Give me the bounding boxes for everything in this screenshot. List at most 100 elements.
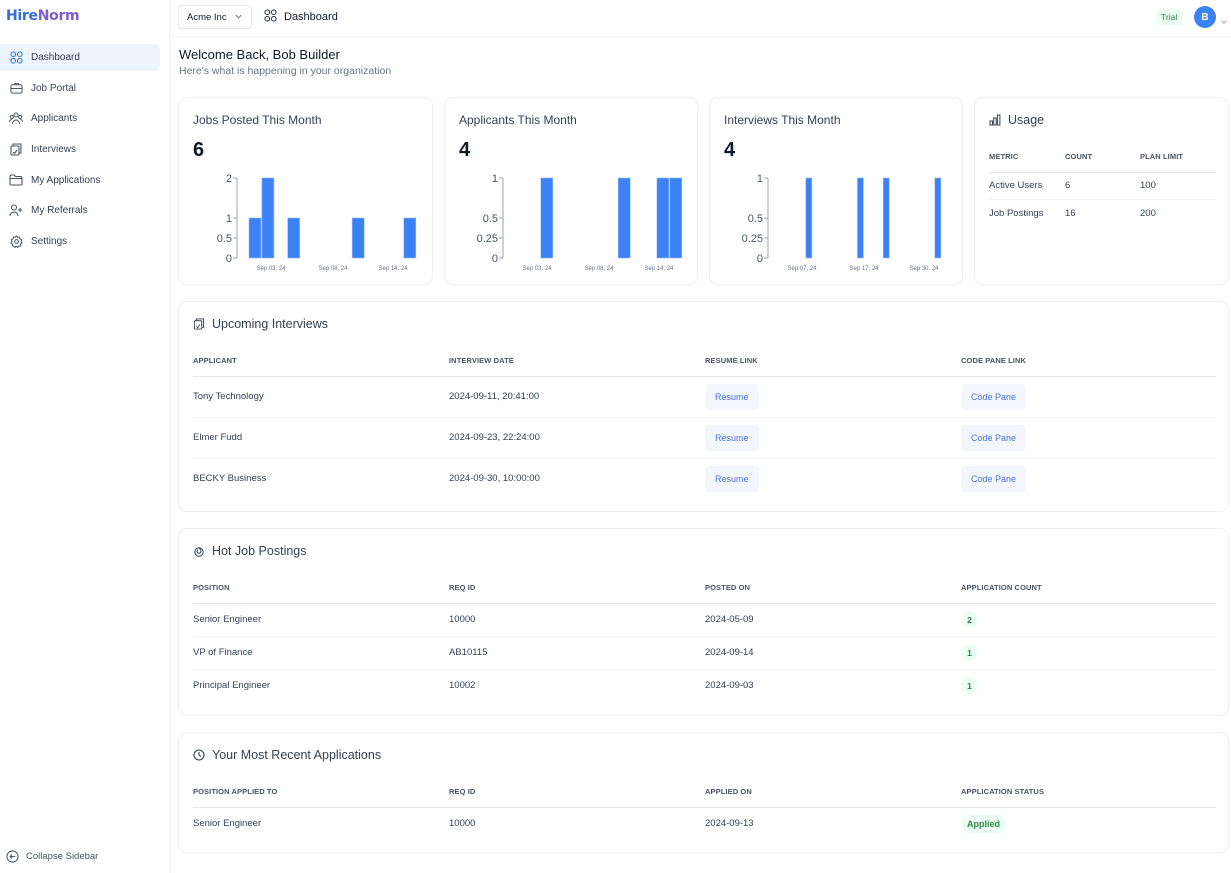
- table-row[interactable]: VP of Finance AB10115 2024-09-14 1: [193, 636, 1216, 670]
- interview-date: 2024-09-23, 22:24:00: [449, 417, 705, 459]
- applied-on: 2024-09-13: [705, 818, 754, 830]
- usage-metric: Job Postings: [989, 207, 1044, 219]
- x-tick-label: Sep 03, 24: [256, 266, 286, 272]
- clipboard-icon: [193, 318, 206, 331]
- hot-job-postings-card: Hot Job Postings POSITION REQ ID POSTED …: [178, 528, 1229, 716]
- y-tick-label: 2: [226, 173, 232, 185]
- column-header: APPLICATION COUNT: [961, 573, 1216, 604]
- sidebar-item-label: Dashboard: [31, 52, 80, 63]
- column-header: REQ ID: [449, 777, 705, 808]
- hot-job-postings-title-text: Hot Job Postings: [212, 544, 307, 558]
- column-header: POSTED ON: [705, 573, 961, 604]
- recent-applications-title: Your Most Recent Applications: [193, 748, 381, 762]
- applicant-name: BECKY Business: [193, 473, 267, 485]
- page-subtitle: Here's what is happening in your organiz…: [179, 65, 392, 77]
- y-tick-label: 0.5: [483, 213, 498, 225]
- table-row: Tony Technology 2024-09-11, 20:41:00 Res…: [193, 376, 1216, 418]
- upcoming-interviews-title-text: Upcoming Interviews: [212, 317, 329, 331]
- table-row: BECKY Business 2024-09-30, 10:00:00 Resu…: [193, 458, 1216, 499]
- usage-title-text: Usage: [1008, 113, 1045, 127]
- collapse-sidebar-button[interactable]: Collapse Sidebar: [6, 850, 98, 863]
- x-tick-label: Sep 17, 24: [849, 266, 879, 272]
- bar: [805, 177, 813, 259]
- bar: [287, 217, 300, 259]
- sidebar-item-settings[interactable]: Settings: [0, 228, 160, 255]
- sidebar-item-applicants[interactable]: Applicants: [0, 105, 160, 132]
- y-tick-label: 1: [492, 173, 498, 185]
- logo-text-primary: Hire: [6, 8, 38, 24]
- user-avatar[interactable]: B: [1194, 6, 1216, 28]
- applicant-name: Tony Technology: [193, 376, 449, 418]
- resume-button[interactable]: Resume: [705, 383, 759, 410]
- y-tick-label: 0.5: [217, 233, 232, 245]
- stat-card-jobs-posted: Jobs Posted This Month 6 0 0.5 1 2 Sep 03, 2…: [178, 97, 433, 285]
- resume-button[interactable]: Resume: [705, 424, 759, 451]
- column-header: POSITION: [193, 573, 449, 604]
- jobs-posted-chart: 0 0.5 1 2 Sep 03, 24 Sep 08, 24 Sep 14, 24: [217, 173, 417, 272]
- bar: [351, 217, 365, 259]
- table-row[interactable]: Senior Engineer 10000 2024-09-13 Applied: [193, 807, 1216, 840]
- interviews-chart: 0 0.25 0.5 1 Sep 07, 24 Sep 17, 24 Sep 30, 24: [742, 173, 942, 272]
- hot-job-postings-table: POSITION REQ ID POSTED ON APPLICATION CO…: [193, 573, 1216, 702]
- req-id: AB10115: [449, 636, 705, 670]
- posted-on: 2024-05-09: [705, 603, 961, 637]
- logo-text-secondary: Norm: [37, 8, 80, 24]
- x-tick-label: Sep 03, 24: [522, 266, 552, 272]
- bar: [934, 177, 942, 259]
- column-header: APPLIED ON: [705, 777, 961, 808]
- users-icon: [9, 112, 23, 126]
- grid-icon: [9, 51, 23, 65]
- breadcrumb: Dashboard: [264, 9, 338, 25]
- column-header: REQ ID: [449, 573, 705, 604]
- code-pane-button[interactable]: Code Pane: [961, 383, 1027, 410]
- y-tick-label: 1: [226, 213, 232, 225]
- sidebar-item-label: Applicants: [31, 113, 78, 125]
- column-header: APPLICATION STATUS: [961, 777, 1216, 808]
- sidebar-item-job-portal[interactable]: Job Portal: [0, 75, 160, 102]
- y-tick-label: 0.25: [477, 233, 498, 245]
- recent-applications-table: POSITION APPLIED TO REQ ID APPLIED ON AP…: [193, 777, 1216, 840]
- sidebar-item-label: Interviews: [31, 144, 77, 156]
- sidebar-item-label: My Applications: [31, 174, 101, 186]
- stat-card-applicants: Applicants This Month 4 0 0.25 0.5 1 Sep 03,…: [444, 97, 698, 285]
- bar: [617, 177, 631, 259]
- app-logo[interactable]: HireNorm: [6, 8, 80, 24]
- recent-applications-title-text: Your Most Recent Applications: [212, 748, 382, 762]
- topbar: Acme Inc Dashboard Trial B: [170, 0, 1231, 37]
- req-id: 10000: [449, 603, 705, 637]
- interview-date: 2024-09-11, 20:41:00: [449, 376, 705, 418]
- x-tick-label: Sep 14, 24: [378, 266, 408, 272]
- posted-on: 2024-09-14: [705, 636, 961, 670]
- bar: [540, 177, 554, 259]
- table-row[interactable]: Senior Engineer 10000 2024-05-09 2: [193, 603, 1216, 637]
- sidebar-item-dashboard[interactable]: Dashboard: [0, 44, 160, 71]
- table-row: Active Users 6 100: [989, 172, 1216, 200]
- x-tick-label: Sep 14, 24: [644, 266, 674, 272]
- sidebar-item-my-referrals[interactable]: My Referrals: [0, 197, 160, 224]
- clock-icon: [193, 749, 206, 762]
- sidebar-item-label: Settings: [31, 236, 68, 248]
- sidebar-item-my-applications[interactable]: My Applications: [0, 167, 160, 194]
- resume-button[interactable]: Resume: [705, 465, 759, 492]
- code-pane-button[interactable]: Code Pane: [961, 424, 1027, 451]
- usage-count: 6: [1065, 172, 1140, 200]
- usage-limit: 200: [1140, 207, 1156, 219]
- organization-select[interactable]: Acme Inc: [178, 5, 252, 29]
- table-row: Job Postings 16 200: [989, 199, 1216, 227]
- sidebar-item-interviews[interactable]: Interviews: [0, 136, 160, 163]
- application-count-badge: 1: [961, 677, 978, 695]
- chevron-down-icon: [234, 12, 243, 24]
- table-row[interactable]: Principal Engineer 10002 2024-09-03 1: [193, 669, 1216, 702]
- application-count-badge: 1: [961, 644, 978, 661]
- application-status-badge: Applied: [961, 814, 1006, 833]
- x-tick-label: Sep 08, 24: [318, 266, 348, 272]
- x-tick-label: Sep 30, 24: [909, 266, 939, 272]
- upcoming-interviews-title: Upcoming Interviews: [193, 317, 328, 331]
- upcoming-interviews-table: APPLICANT INTERVIEW DATE RESUME LINK COD…: [193, 346, 1216, 499]
- chevron-down-icon[interactable]: [1220, 13, 1228, 31]
- usage-limit: 100: [1140, 172, 1216, 200]
- sidebar-item-label: Job Portal: [31, 82, 77, 94]
- code-pane-button[interactable]: Code Pane: [961, 465, 1027, 492]
- bar: [403, 217, 417, 259]
- column-header: INTERVIEW DATE: [449, 346, 705, 377]
